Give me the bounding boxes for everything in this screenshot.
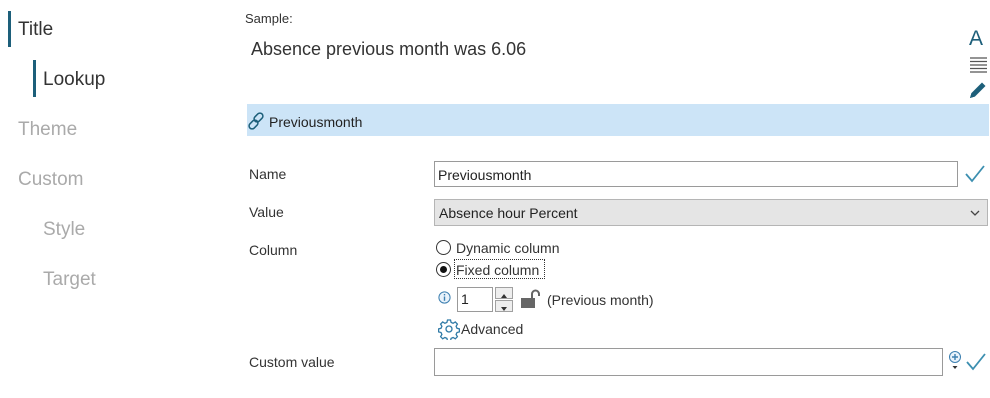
nav-item-title[interactable]: Title <box>18 19 53 41</box>
nav-active-bar <box>8 11 11 47</box>
nav-sub-active-bar <box>33 60 36 97</box>
add-menu-icon[interactable] <box>948 350 962 377</box>
advanced-button[interactable]: Advanced <box>461 321 523 337</box>
dynamic-column-radio[interactable] <box>436 240 451 255</box>
value-select-text: Absence hour Percent <box>439 205 578 221</box>
nav-item-style[interactable]: Style <box>43 219 85 241</box>
column-offset-input[interactable]: 1 <box>457 287 493 312</box>
value-label: Value <box>249 204 284 220</box>
value-select[interactable]: Absence hour Percent <box>434 199 988 226</box>
dynamic-column-label[interactable]: Dynamic column <box>456 240 559 256</box>
sample-label: Sample: <box>245 11 293 26</box>
nav-item-lookup[interactable]: Lookup <box>43 69 105 91</box>
pencil-icon[interactable] <box>967 79 989 106</box>
nav-item-custom[interactable]: Custom <box>18 169 83 191</box>
nav-item-target[interactable]: Target <box>43 269 96 291</box>
text-align-icon[interactable] <box>969 56 988 78</box>
name-input[interactable]: Previousmonth <box>434 161 958 187</box>
custom-value-input[interactable] <box>434 348 943 376</box>
stepper-down-button[interactable] <box>495 300 513 312</box>
info-icon <box>438 291 451 309</box>
sample-text: Absence previous month was 6.06 <box>251 39 527 59</box>
name-input-value: Previousmonth <box>438 167 532 183</box>
chevron-down-icon <box>969 206 981 222</box>
name-label: Name <box>249 166 287 182</box>
lookup-header-title: Previousmonth <box>269 114 363 130</box>
custom-value-label: Custom value <box>249 354 335 370</box>
font-icon[interactable]: A <box>969 28 983 50</box>
column-offset-hint: (Previous month) <box>547 292 654 308</box>
column-label: Column <box>249 242 298 258</box>
custom-value-check-icon[interactable] <box>965 351 987 378</box>
stepper-up-button[interactable] <box>495 287 513 299</box>
gear-icon[interactable] <box>437 318 461 345</box>
nav-item-theme[interactable]: Theme <box>18 119 77 141</box>
fixed-column-radio[interactable] <box>436 262 451 277</box>
confirm-check-icon[interactable] <box>964 163 986 190</box>
unlock-icon[interactable] <box>519 288 541 315</box>
fixed-column-label[interactable]: Fixed column <box>456 262 539 278</box>
link-icon <box>247 111 267 131</box>
